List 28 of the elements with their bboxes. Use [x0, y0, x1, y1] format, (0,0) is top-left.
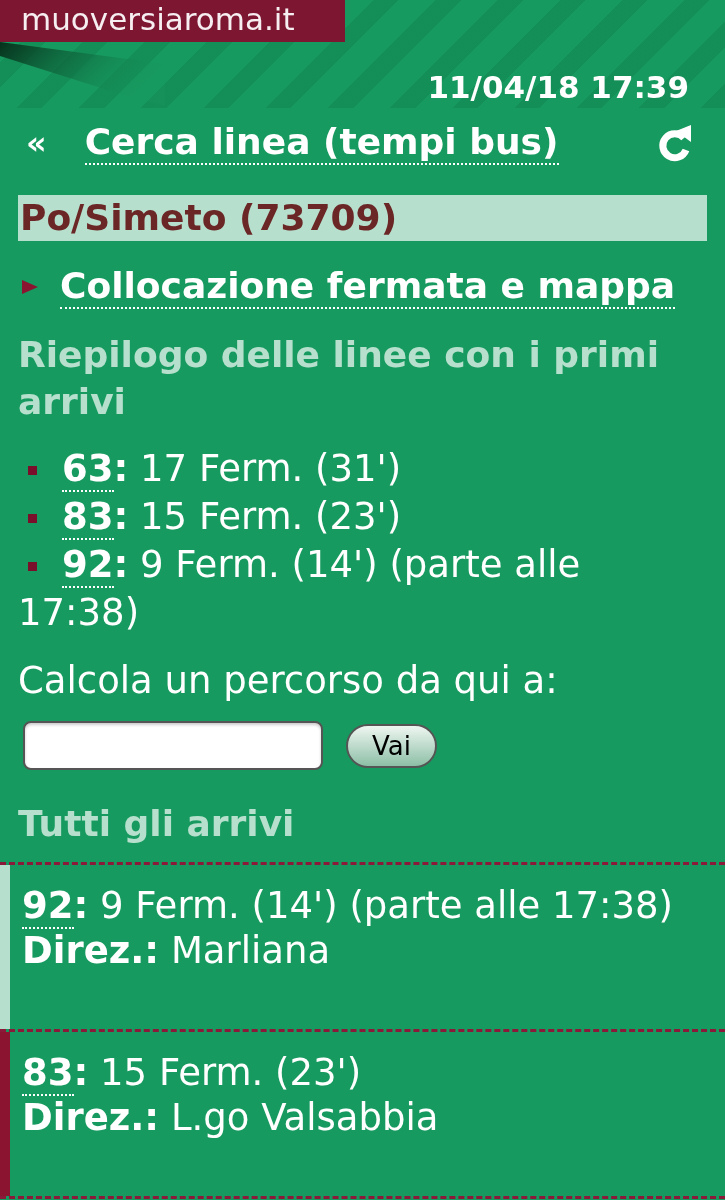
square-bullet-icon — [28, 514, 37, 523]
go-button[interactable]: Vai — [346, 723, 437, 768]
site-logo[interactable]: muoversiaroma.it — [0, 0, 345, 42]
section-heading: Riepilogo delle linee con i primi arrivi — [18, 333, 660, 424]
direction-text: Direz.: L.go Valsabbia — [22, 1095, 439, 1140]
page-title-link[interactable]: Cerca linea (tempi bus) — [84, 121, 559, 165]
square-bullet-icon — [28, 466, 37, 475]
line-link[interactable]: 63 — [62, 447, 114, 492]
triangle-bullet-icon — [22, 279, 38, 295]
line-link[interactable]: 92 — [22, 884, 74, 929]
arrival-summary: 92: 9 Ferm. (14') (parte alle 17:38) — [18, 542, 582, 636]
line-link[interactable]: 92 — [62, 543, 114, 588]
route-planner-label: Calcola un percorso da qui a: — [17, 658, 559, 704]
back-link[interactable]: « — [26, 123, 47, 163]
arrival-info: 92: 9 Ferm. (14') (parte alle 17:38) — [22, 883, 674, 928]
stop-title: Po/Simeto (73709) — [18, 195, 707, 241]
arrival-summary: 83: 15 Ferm. (23') — [18, 493, 701, 541]
timestamp: 11/04/18 17:39 — [427, 69, 689, 105]
arrival-summary: 63: 17 Ferm. (31') — [18, 445, 701, 493]
section-heading: Tutti gli arrivi — [18, 802, 296, 846]
destination-field[interactable] — [23, 721, 323, 770]
refresh-icon[interactable] — [656, 123, 692, 163]
location-map-link[interactable]: Collocazione fermata e mappa — [60, 265, 676, 309]
line-link[interactable]: 83 — [22, 1051, 74, 1096]
direction-text: Direz.: Marliana — [22, 928, 332, 973]
line-link[interactable]: 83 — [62, 495, 114, 540]
arrival-info: 83: 15 Ferm. (23') — [22, 1050, 363, 1095]
square-bullet-icon — [28, 562, 37, 571]
